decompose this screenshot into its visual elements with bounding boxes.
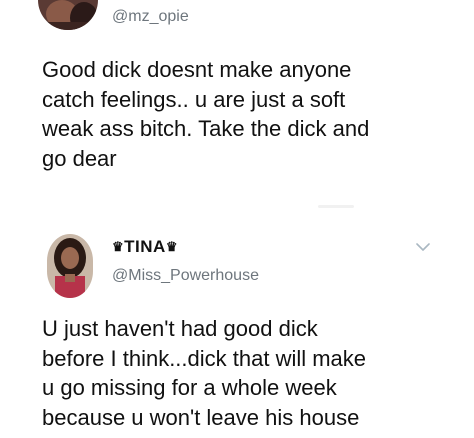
display-name-text: TINA: [124, 237, 166, 256]
avatar-miss-powerhouse[interactable]: [47, 234, 93, 298]
tweet-text-line: Good dick doesnt make anyone: [42, 57, 352, 82]
avatar-photo-icon: [47, 234, 93, 298]
tweet-text: Good dick doesnt make anyone catch feeli…: [42, 55, 462, 173]
tweet-text-line: u go missing for a whole week: [42, 375, 337, 400]
chevron-down-icon[interactable]: [416, 242, 430, 252]
tweet-text-line: before I think...dick that will make: [42, 345, 367, 371]
tweet-text: U just haven't had good dick before I th…: [42, 314, 462, 432]
crown-icon: ♛: [165, 239, 178, 254]
tweet-card-mz-opie[interactable]: @mz_opie Good dick doesnt make anyone ca…: [0, 0, 474, 208]
tweet-text-line: catch feelings.. u are just a soft: [42, 86, 346, 112]
tweet-card-miss-powerhouse[interactable]: ♛TINA♛ @Miss_Powerhouse U just haven't h…: [0, 222, 474, 438]
tweet-text-line: weak ass bitch. Take the dick and: [42, 116, 370, 141]
tweet-text-line: U just haven't had good dick: [42, 316, 318, 341]
avatar-photo-icon: [38, 0, 98, 30]
user-handle[interactable]: @Miss_Powerhouse: [112, 267, 259, 285]
tweet-text-line: go dear: [42, 145, 117, 171]
display-name[interactable]: ♛TINA♛: [112, 237, 178, 257]
crown-icon: ♛: [112, 239, 125, 254]
divider: [318, 205, 354, 208]
avatar-mz-opie[interactable]: [38, 0, 98, 30]
user-handle[interactable]: @mz_opie: [112, 8, 189, 26]
tweet-text-line: because u won't leave his house: [42, 404, 360, 430]
